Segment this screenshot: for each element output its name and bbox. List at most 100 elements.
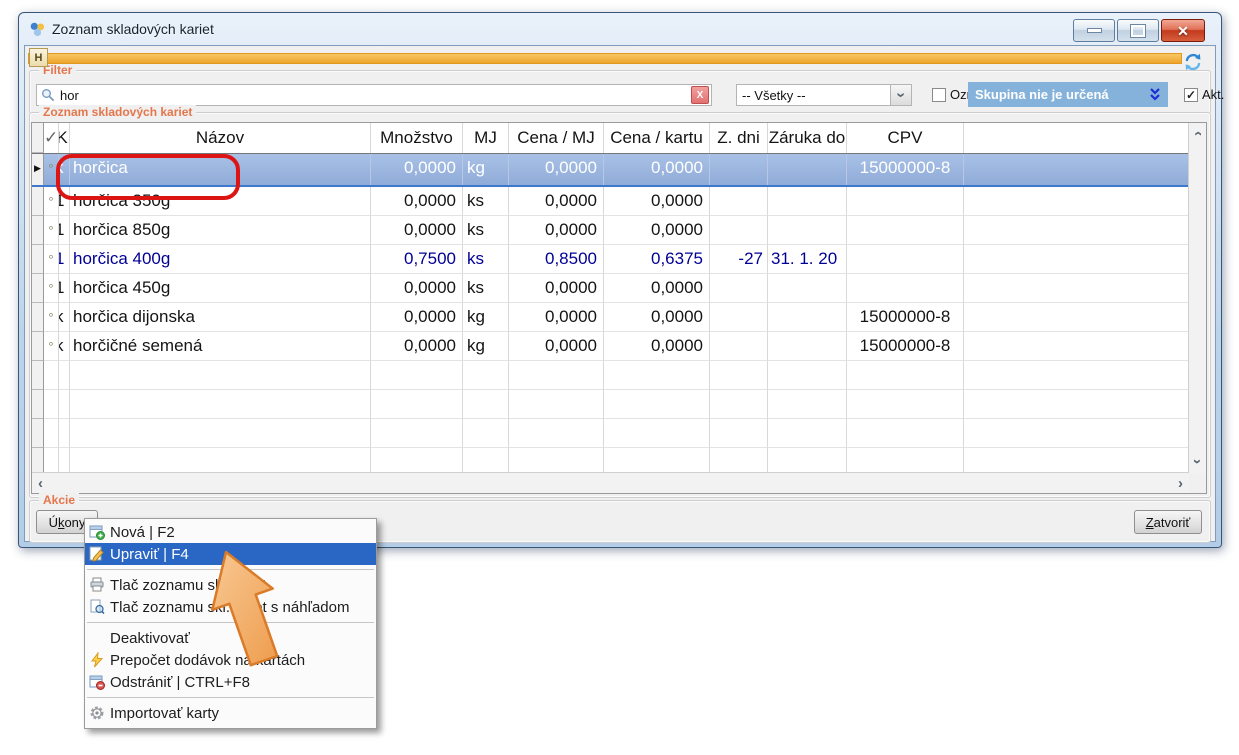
cell-zaruka [768, 332, 847, 361]
cell-filler [964, 216, 1189, 245]
cell-cena-mj: 0,0000 [509, 187, 604, 216]
cell-filler [964, 245, 1189, 274]
cell-cpv [847, 274, 964, 303]
cell-cena-kart: 0,0000 [604, 274, 710, 303]
header-mj[interactable]: MJ [463, 123, 509, 153]
search-box: X [36, 84, 712, 106]
akt-checkbox[interactable]: ✓ Akt. [1184, 87, 1224, 102]
table-row[interactable]: ° 1 horčica 400g 0,7500 ks 0,8500 0,6375… [32, 245, 1189, 274]
status-dot-icon: ° [44, 187, 59, 216]
cell-nazov: horčica dijonska [70, 303, 371, 332]
cell-z-dni [710, 332, 768, 361]
menu-item-nova[interactable]: Nová | F2 [85, 521, 376, 543]
akt-checkbox-box[interactable]: ✓ [1184, 88, 1198, 102]
header-k[interactable]: K [59, 123, 70, 153]
header-cena-kart[interactable]: Cena / kartu [604, 123, 710, 153]
vertical-scrollbar[interactable]: › › [1188, 123, 1206, 473]
ozn-checkbox-box[interactable] [932, 88, 946, 102]
cell-cena-mj: 0,0000 [509, 154, 604, 185]
header-cena-mj[interactable]: Cena / MJ [509, 123, 604, 153]
table-row[interactable]: ° k horčičné semená 0,0000 kg 0,0000 0,0… [32, 332, 1189, 361]
toolbar-bar [28, 53, 1182, 64]
scroll-right-icon[interactable]: › [1178, 476, 1183, 491]
cell-cena-kart: 0,0000 [604, 154, 710, 185]
new-card-icon [88, 524, 106, 540]
cell-mj: kg [463, 332, 509, 361]
cell-z-dni [710, 154, 768, 185]
header-zaruka[interactable]: Záruka do [768, 123, 847, 153]
cell-filler [964, 187, 1189, 216]
window-client: H Filter X - [24, 45, 1216, 542]
refresh-icon[interactable] [1183, 52, 1203, 72]
horizontal-scrollbar[interactable]: ‹ › [32, 472, 1189, 493]
cell-mj: ks [463, 245, 509, 274]
close-button[interactable]: ✕ [1161, 19, 1205, 42]
row-selector-cell [32, 274, 44, 303]
page: Zoznam skladových kariet ✕ H Filter [0, 0, 1239, 755]
status-dot-icon: ° [44, 216, 59, 245]
type-combobox[interactable]: -- Všetky -- › [736, 84, 912, 106]
cell-z-dni [710, 274, 768, 303]
cell-mnozstvo: 0,0000 [371, 303, 463, 332]
header-nazov[interactable]: Názov [70, 123, 371, 153]
table-header-row: ✓ K Názov Množstvo MJ Cena / MJ Cena / k… [32, 123, 1189, 154]
akt-checkbox-label: Akt. [1202, 87, 1224, 102]
cell-zaruka [768, 216, 847, 245]
table-row[interactable]: ° 1 horčica 450g 0,0000 ks 0,0000 0,0000 [32, 274, 1189, 303]
pointer-arrow-icon [186, 546, 296, 671]
cell-nazov: horčičné semená [70, 332, 371, 361]
row-selector-cell [32, 187, 44, 216]
header-z-dni[interactable]: Z. dni [710, 123, 768, 153]
table-row[interactable]: ° 1 horčica 850g 0,0000 ks 0,0000 0,0000 [32, 216, 1189, 245]
header-mnozstvo[interactable]: Množstvo [371, 123, 463, 153]
scrollbar-corner [1189, 473, 1206, 493]
menu-item-importovat[interactable]: Importovať karty [85, 702, 376, 724]
h-toolbar-button[interactable]: H [29, 48, 48, 67]
filter-group: Filter X -- Všetky -- › [29, 70, 1211, 114]
combobox-dropdown-button[interactable]: › [890, 85, 911, 105]
cell-mnozstvo: 0,0000 [371, 216, 463, 245]
cell-k: 1 [59, 245, 70, 274]
cell-mj: kg [463, 303, 509, 332]
header-filler [964, 123, 1189, 153]
cell-k: k [59, 332, 70, 361]
cell-cpv [847, 216, 964, 245]
header-check[interactable]: ✓ [44, 123, 59, 153]
cell-zaruka [768, 303, 847, 332]
cell-z-dni [710, 303, 768, 332]
cell-nazov: horčica 400g [70, 245, 371, 274]
menu-item-odstranit[interactable]: Odstrániť | CTRL+F8 [85, 671, 376, 693]
cell-cpv: 15000000-8 [847, 154, 964, 185]
group-filter-banner[interactable]: Skupina nie je určená [968, 82, 1168, 107]
cell-zaruka [768, 274, 847, 303]
scroll-down-icon[interactable]: › [1190, 459, 1205, 464]
cell-mj: kg [463, 154, 509, 185]
cell-k: 1 [59, 274, 70, 303]
cell-filler [964, 154, 1189, 185]
status-dot-icon: ° [44, 303, 59, 332]
cell-mnozstvo: 0,7500 [371, 245, 463, 274]
title-bar[interactable]: Zoznam skladových kariet [29, 13, 1211, 45]
type-combobox-value: -- Všetky -- [737, 88, 890, 103]
cell-nazov: horčica 850g [70, 216, 371, 245]
clear-filter-button[interactable]: X [691, 86, 709, 104]
cell-mj: ks [463, 187, 509, 216]
scroll-left-icon[interactable]: ‹ [38, 476, 43, 491]
print-preview-icon [88, 599, 106, 615]
red-highlight-annotation [56, 154, 240, 200]
cell-cena-mj: 0,0000 [509, 274, 604, 303]
double-chevron-down-icon[interactable] [1149, 88, 1161, 102]
status-dot-icon: ° [44, 245, 59, 274]
scroll-up-icon[interactable]: › [1190, 131, 1205, 136]
list-group-label: Zoznam skladových kariet [39, 105, 196, 119]
table-row[interactable]: ° k horčica dijonska 0,0000 kg 0,0000 0,… [32, 303, 1189, 332]
cell-filler [964, 332, 1189, 361]
search-input[interactable] [60, 88, 691, 103]
maximize-button[interactable] [1117, 19, 1159, 42]
cell-filler [964, 274, 1189, 303]
zatvorit-button[interactable]: Zatvoriť [1134, 510, 1202, 534]
header-cpv[interactable]: CPV [847, 123, 964, 153]
minimize-icon [1087, 28, 1102, 33]
cell-k: k [59, 303, 70, 332]
minimize-button[interactable] [1073, 19, 1115, 42]
